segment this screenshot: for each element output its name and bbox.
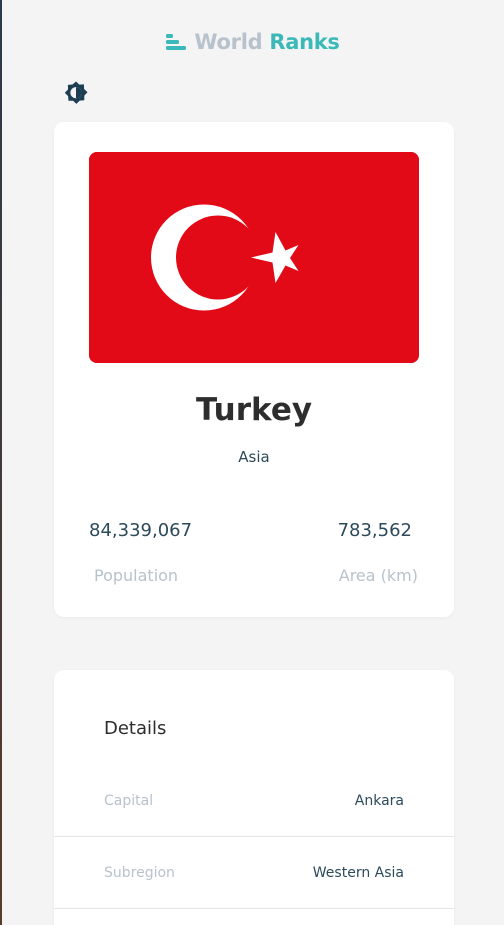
detail-label: Subregion: [104, 864, 175, 881]
turkey-flag: [89, 152, 419, 363]
country-card: Turkey Asia 84,339,067 783,562 Populatio…: [54, 122, 454, 617]
area-value: 783,562: [337, 520, 412, 541]
detail-value: Ankara: [354, 792, 404, 809]
area-label: Area (km): [338, 566, 418, 585]
detail-row-capital: Capital Ankara: [54, 765, 454, 837]
logo-world: World: [194, 30, 263, 54]
contrast-icon: [63, 81, 89, 110]
window-edge: [0, 0, 2, 925]
theme-toggle-button[interactable]: [63, 80, 89, 106]
logo-ranks: Ranks: [269, 30, 340, 54]
app-header: World Ranks: [0, 30, 504, 54]
details-title: Details: [104, 718, 167, 739]
population-value: 84,339,067: [89, 520, 193, 541]
detail-label: Capital: [104, 792, 154, 809]
app-logo-text[interactable]: World Ranks: [194, 30, 340, 54]
population-label: Population: [94, 566, 179, 585]
country-name: Turkey: [195, 392, 313, 428]
bar-rank-icon: [164, 32, 188, 52]
details-card: Details Capital Ankara Subregion Western…: [54, 670, 454, 925]
detail-value: Western Asia: [312, 864, 404, 881]
country-region: Asia: [238, 448, 270, 466]
detail-row-subregion: Subregion Western Asia: [54, 837, 454, 909]
